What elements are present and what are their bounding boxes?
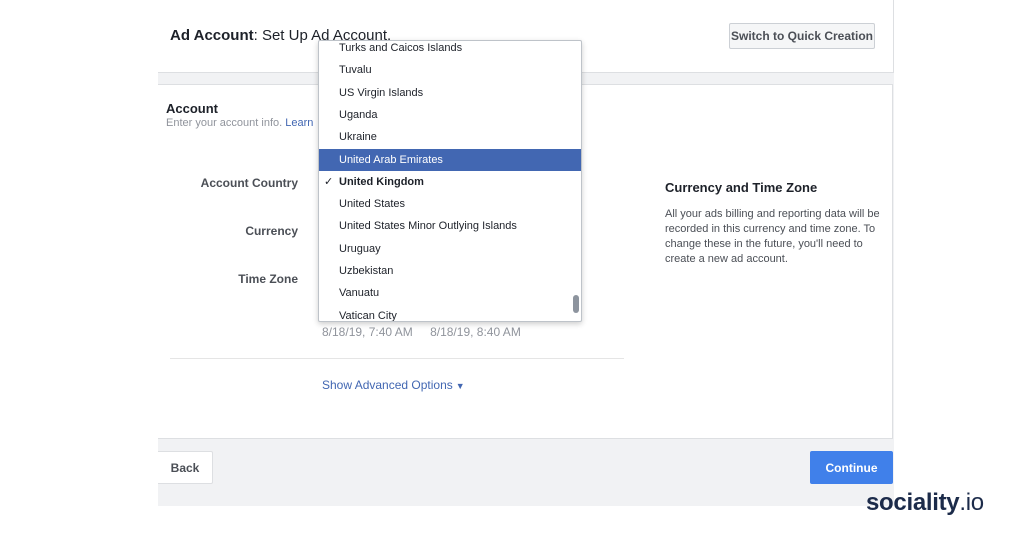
dropdown-option-label: United States Minor Outlying Islands	[339, 220, 517, 233]
switch-quick-creation-button[interactable]: Switch to Quick Creation	[729, 23, 875, 49]
dropdown-option-label: Vanuatu	[339, 287, 380, 300]
dropdown-option-label: Turks and Caicos Islands	[339, 42, 463, 54]
advanced-options-label: Show Advanced Options	[322, 378, 453, 392]
brand-name: sociality	[866, 489, 960, 516]
dropdown-option-label: US Virgin Islands	[339, 86, 424, 99]
time-zone-date-1: 8/18/19, 7:40 AM	[322, 325, 413, 339]
dropdown-option[interactable]: ✓ United Kingdom	[319, 171, 581, 193]
time-zone-date-2: 8/18/19, 8:40 AM	[430, 325, 521, 339]
dropdown-option[interactable]: Uruguay	[319, 238, 581, 260]
country-dropdown[interactable]: Vatican City Vanuatu Uzbekistan Uruguay Unit…	[318, 40, 582, 322]
side-panel-text: All your ads billing and reporting data …	[665, 208, 880, 265]
dropdown-option[interactable]: Tuvalu	[319, 59, 581, 81]
caret-down-icon: ▼	[455, 381, 465, 391]
brand-tld: .io	[959, 489, 984, 516]
time-zone-label: Time Zone	[238, 272, 298, 286]
dropdown-option[interactable]: Vatican City	[319, 305, 581, 322]
back-button[interactable]: Back	[158, 451, 213, 484]
dropdown-option-label: United States	[339, 198, 406, 211]
show-advanced-options-link[interactable]: Show Advanced Options ▼	[322, 378, 465, 392]
continue-button[interactable]: Continue	[810, 451, 893, 484]
dropdown-option[interactable]: Turks and Caicos Islands	[319, 41, 581, 59]
time-zone-dates: 8/18/19, 7:40 AM 8/18/19, 8:40 AM	[322, 325, 535, 339]
edge-divider	[893, 0, 894, 40]
learn-more-link[interactable]: Learn	[285, 117, 313, 129]
brand-logo: sociality.io	[866, 489, 984, 517]
dropdown-option-label: Uruguay	[339, 242, 381, 255]
dropdown-option[interactable]: Ukraine	[319, 126, 581, 148]
dropdown-option[interactable]: US Virgin Islands	[319, 82, 581, 104]
currency-label: Currency	[245, 224, 298, 238]
dropdown-scrollbar[interactable]	[573, 295, 579, 313]
dropdown-option[interactable]: Vanuatu	[319, 282, 581, 304]
section-subtitle-text: Enter your account info.	[166, 117, 283, 129]
dropdown-option-label: Uganda	[339, 108, 378, 121]
section-subtitle: Enter your account info. Learn	[166, 117, 313, 129]
side-panel-title: Currency and Time Zone	[665, 180, 818, 195]
page-title-bold: Ad Account	[170, 27, 254, 44]
dropdown-option-label: Uzbekistan	[339, 265, 394, 277]
dropdown-option-label: Vatican City	[339, 309, 397, 322]
account-country-label: Account Country	[200, 176, 298, 190]
dropdown-option-label: Tuvalu	[339, 64, 372, 77]
dropdown-option[interactable]: Uzbekistan	[319, 260, 581, 282]
dropdown-option[interactable]: United States	[319, 193, 581, 215]
section-title: Account	[166, 101, 218, 116]
dropdown-option[interactable]: United States Minor Outlying Islands	[319, 215, 581, 237]
checkmark-icon: ✓	[324, 175, 334, 188]
dropdown-option-label: United Kingdom	[339, 175, 424, 188]
dropdown-option[interactable]: Uganda	[319, 104, 581, 126]
dropdown-option-label: United Arab Emirates	[339, 153, 443, 166]
dropdown-option-label: Ukraine	[339, 131, 377, 144]
dropdown-option[interactable]: United Arab Emirates	[319, 148, 581, 171]
section-divider	[170, 358, 624, 359]
